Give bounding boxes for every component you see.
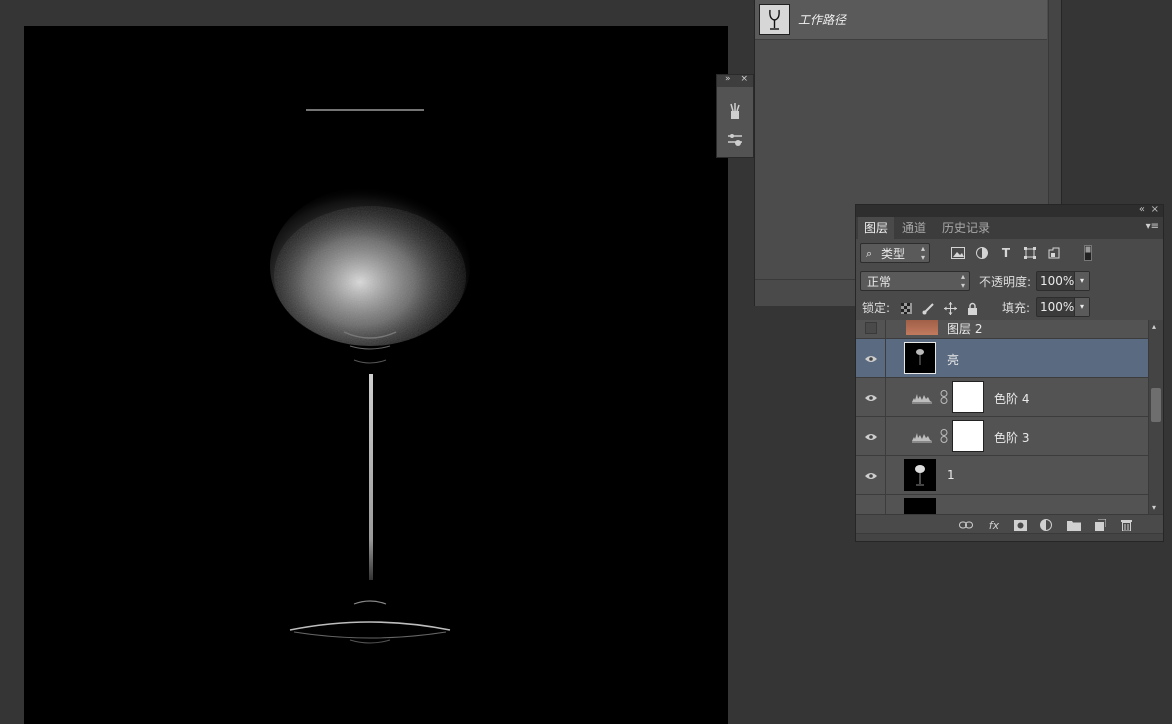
visibility-toggle[interactable] bbox=[856, 320, 886, 339]
panel-tabs: 图层 通道 历史记录 ▾≡ bbox=[856, 217, 1163, 240]
new-group-folder-icon[interactable] bbox=[1066, 517, 1082, 533]
eye-icon bbox=[864, 355, 877, 362]
close-icon[interactable]: × bbox=[1151, 204, 1159, 215]
panel-resize-grip[interactable] bbox=[856, 533, 1163, 541]
visibility-toggle[interactable] bbox=[856, 495, 886, 514]
lock-pixels-icon[interactable] bbox=[920, 300, 936, 316]
fill-dropdown-icon[interactable]: ▾ bbox=[1074, 298, 1089, 316]
opacity-value: 100% bbox=[1040, 274, 1075, 288]
eye-icon bbox=[864, 394, 877, 401]
link-icon[interactable] bbox=[940, 390, 948, 407]
opacity-label: 不透明度: bbox=[979, 275, 1032, 289]
opacity-dropdown-icon[interactable]: ▾ bbox=[1074, 272, 1089, 290]
visibility-toggle[interactable] bbox=[856, 417, 886, 456]
layer-thumbnail bbox=[904, 342, 936, 374]
wine-glass-image bbox=[24, 26, 728, 724]
new-adjustment-icon[interactable] bbox=[1038, 517, 1054, 533]
layers-bottom-toolbar: fx bbox=[856, 514, 1163, 535]
tab-history[interactable]: 历史记录 bbox=[936, 217, 996, 239]
visibility-toggle[interactable] bbox=[856, 378, 886, 417]
lock-transparency-icon[interactable] bbox=[898, 300, 914, 316]
brush-presets-icon[interactable] bbox=[723, 127, 747, 151]
brushes-icon[interactable] bbox=[723, 99, 747, 123]
link-layers-icon[interactable] bbox=[958, 517, 974, 533]
opacity-input[interactable]: 100% ▾ bbox=[1036, 271, 1090, 291]
wine-glass-path-icon bbox=[769, 9, 780, 30]
search-icon: ⌕ bbox=[866, 247, 873, 260]
panel-header: « × bbox=[856, 204, 1163, 217]
add-mask-icon[interactable] bbox=[1012, 517, 1028, 533]
layers-panel: « × 图层 通道 历史记录 ▾≡ ⌕ 类型 ▴ ▾ T 正常 ▴ ▾ 不透明度… bbox=[855, 204, 1164, 542]
path-row-work-path[interactable]: 工作路径 bbox=[755, 0, 1047, 40]
layer-row[interactable]: 图层 2 bbox=[856, 320, 1149, 339]
layer-row[interactable]: 色阶 4 bbox=[856, 378, 1149, 417]
visibility-toggle[interactable] bbox=[856, 339, 886, 378]
layers-scrollbar[interactable]: ▴ ▾ bbox=[1148, 320, 1163, 514]
lock-all-icon[interactable] bbox=[964, 300, 980, 316]
lock-position-icon[interactable] bbox=[942, 300, 958, 316]
blend-mode-value: 正常 bbox=[867, 275, 892, 289]
collapse-icon[interactable]: « bbox=[1139, 204, 1145, 215]
layer-row[interactable]: 1 bbox=[856, 456, 1149, 495]
panel-menu-icon[interactable]: ▾≡ bbox=[1146, 221, 1159, 232]
layer-thumbnail bbox=[904, 498, 936, 514]
filter-row: ⌕ 类型 ▴ ▾ T bbox=[856, 239, 1163, 268]
layer-name: 色阶 4 bbox=[994, 392, 1030, 406]
document-canvas[interactable] bbox=[24, 26, 728, 724]
levels-adjustment-icon bbox=[912, 390, 932, 407]
strip-header: » × bbox=[717, 74, 753, 87]
close-icon[interactable]: × bbox=[740, 74, 748, 84]
lock-label: 锁定: bbox=[862, 301, 891, 315]
select-arrows-icon: ▴ ▾ bbox=[960, 272, 965, 290]
fill-value: 100% bbox=[1040, 300, 1075, 314]
collapsed-panel-strip: » × bbox=[716, 74, 754, 158]
layer-row[interactable]: 亮 bbox=[856, 339, 1149, 378]
layer-mask-thumbnail[interactable] bbox=[952, 381, 984, 413]
layer-mask-thumbnail[interactable] bbox=[952, 420, 984, 452]
layer-name: 1 bbox=[947, 468, 955, 482]
new-layer-icon[interactable] bbox=[1092, 517, 1108, 533]
expand-icon[interactable]: » bbox=[725, 74, 731, 84]
path-thumbnail bbox=[759, 4, 790, 35]
scroll-up-icon[interactable]: ▴ bbox=[1152, 322, 1156, 331]
blend-mode-select[interactable]: 正常 ▴ ▾ bbox=[860, 271, 970, 291]
fill-input[interactable]: 100% ▾ bbox=[1036, 297, 1090, 317]
layers-list: 图层 2 亮 色阶 4 色阶 3 1 bbox=[856, 320, 1149, 514]
layer-style-fx-icon[interactable]: fx bbox=[986, 517, 1002, 533]
filter-adjustment-icon[interactable] bbox=[974, 245, 990, 261]
layer-name: 图层 2 bbox=[947, 322, 983, 336]
layer-row[interactable] bbox=[856, 495, 1149, 514]
lock-row: 锁定: 填充: 100% ▾ bbox=[856, 295, 1163, 321]
scroll-thumb[interactable] bbox=[1151, 388, 1161, 422]
visibility-toggle[interactable] bbox=[856, 456, 886, 495]
fill-label: 填充: bbox=[1002, 301, 1031, 315]
filter-toggle-icon[interactable] bbox=[1080, 245, 1096, 261]
delete-layer-icon[interactable] bbox=[1118, 517, 1134, 533]
filter-pixel-icon[interactable] bbox=[950, 245, 966, 261]
hidden-visibility-icon bbox=[864, 321, 877, 334]
scroll-down-icon[interactable]: ▾ bbox=[1152, 503, 1156, 512]
layer-row[interactable]: 色阶 3 bbox=[856, 417, 1149, 456]
layer-name: 亮 bbox=[947, 353, 960, 367]
layer-name: 色阶 3 bbox=[994, 431, 1030, 445]
eye-icon bbox=[864, 472, 877, 479]
select-arrows-icon: ▴ ▾ bbox=[920, 244, 925, 262]
blend-row: 正常 ▴ ▾ 不透明度: 100% ▾ bbox=[856, 267, 1163, 296]
layer-thumbnail bbox=[906, 320, 938, 335]
filter-kind-select[interactable]: ⌕ 类型 ▴ ▾ bbox=[860, 243, 930, 263]
eye-icon bbox=[864, 433, 877, 440]
filter-shape-icon[interactable] bbox=[1022, 245, 1038, 261]
tab-layers[interactable]: 图层 bbox=[858, 217, 895, 239]
filter-type-icon[interactable]: T bbox=[998, 245, 1014, 261]
filter-kind-label: 类型 bbox=[881, 247, 906, 261]
levels-adjustment-icon bbox=[912, 429, 932, 446]
filter-smart-object-icon[interactable] bbox=[1046, 245, 1062, 261]
link-icon[interactable] bbox=[940, 429, 948, 446]
path-name: 工作路径 bbox=[798, 13, 847, 27]
layer-thumbnail bbox=[904, 459, 936, 491]
tab-channels[interactable]: 通道 bbox=[896, 217, 932, 239]
